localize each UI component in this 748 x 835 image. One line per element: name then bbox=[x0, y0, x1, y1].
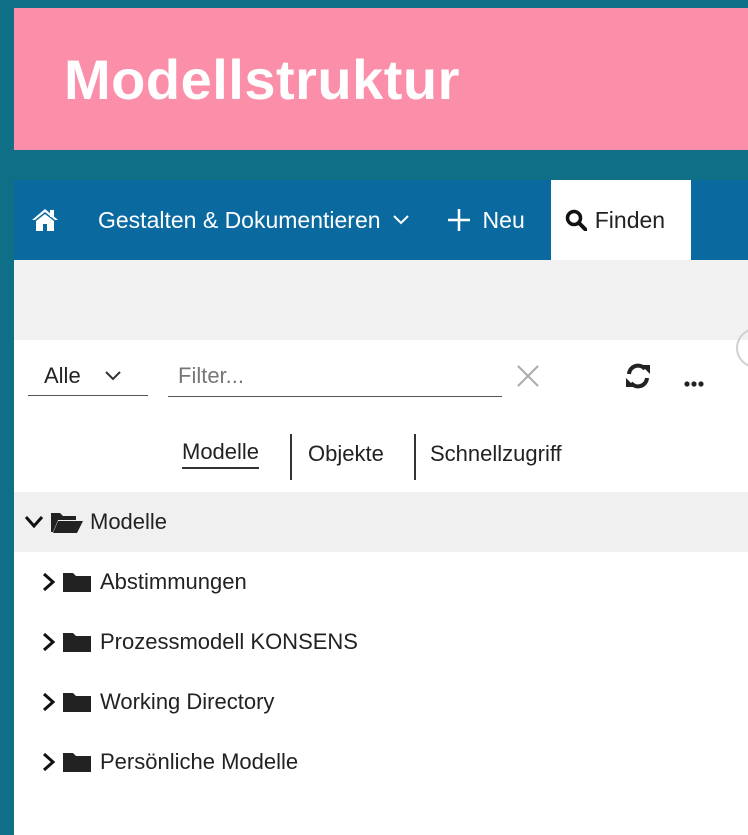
model-tree: Modelle Abstimmungen Prozessmodell KONSE… bbox=[14, 492, 748, 792]
tree-item[interactable]: Working Directory bbox=[14, 672, 748, 732]
tree-root-label: Modelle bbox=[90, 509, 168, 534]
tab-objects-label: Objekte bbox=[308, 441, 384, 466]
refresh-icon[interactable] bbox=[624, 362, 652, 395]
folder-icon bbox=[62, 751, 92, 773]
scope-value: Alle bbox=[44, 362, 81, 388]
tab-quick-access[interactable]: Schnellzugriff bbox=[430, 430, 562, 478]
chevron-right-icon[interactable] bbox=[42, 692, 56, 712]
tab-divider bbox=[414, 434, 416, 480]
tree-item-label: Abstimmungen bbox=[100, 569, 247, 594]
search-icon bbox=[565, 209, 587, 231]
chevron-right-icon[interactable] bbox=[42, 752, 56, 772]
tree-item-label: Persönliche Modelle bbox=[100, 749, 299, 774]
folder-icon bbox=[62, 571, 92, 593]
filter-input[interactable] bbox=[168, 356, 480, 396]
tree-root-models[interactable]: Modelle bbox=[14, 492, 748, 552]
folder-icon bbox=[62, 631, 92, 653]
clear-filter-icon[interactable] bbox=[516, 364, 540, 393]
scope-select[interactable]: Alle bbox=[28, 356, 148, 396]
tab-divider bbox=[290, 434, 292, 480]
new-button[interactable]: Neu bbox=[447, 180, 525, 260]
chevron-down-icon bbox=[392, 215, 409, 225]
chevron-right-icon[interactable] bbox=[42, 572, 56, 592]
tab-models-label: Modelle bbox=[182, 439, 260, 469]
app-window: Gestalten & Dokumentieren Neu Finden All… bbox=[14, 180, 748, 835]
home-button[interactable] bbox=[22, 180, 68, 260]
new-label: Neu bbox=[482, 206, 525, 233]
filter-field bbox=[168, 356, 502, 397]
title-banner: Modellstruktur bbox=[14, 8, 748, 150]
chevron-right-icon[interactable] bbox=[42, 632, 56, 652]
design-document-label: Gestalten & Dokumentieren bbox=[98, 206, 381, 233]
home-icon bbox=[32, 209, 58, 231]
view-tabs: Modelle Objekte Schnellzugriff bbox=[14, 430, 748, 480]
plus-icon bbox=[447, 208, 471, 232]
filter-toolbar: Alle bbox=[14, 340, 748, 410]
folder-open-icon bbox=[50, 510, 84, 534]
tree-item[interactable]: Abstimmungen bbox=[14, 552, 748, 612]
tab-models[interactable]: Modelle bbox=[182, 430, 260, 478]
tab-objects[interactable]: Objekte bbox=[308, 430, 384, 478]
tree-item-label: Prozessmodell KONSENS bbox=[100, 629, 358, 654]
find-tab[interactable]: Finden bbox=[550, 180, 691, 260]
folder-icon bbox=[62, 691, 92, 713]
header-spacer bbox=[14, 260, 748, 340]
chevron-down-icon[interactable] bbox=[24, 515, 44, 529]
chevron-down-icon bbox=[104, 370, 121, 381]
tab-quick-access-label: Schnellzugriff bbox=[430, 441, 562, 466]
more-options-icon[interactable] bbox=[684, 374, 704, 392]
tree-item[interactable]: Persönliche Modelle bbox=[14, 732, 748, 792]
tree-item-label: Working Directory bbox=[100, 689, 275, 714]
tree-item[interactable]: Prozessmodell KONSENS bbox=[14, 612, 748, 672]
top-navbar: Gestalten & Dokumentieren Neu Finden bbox=[14, 180, 748, 260]
design-document-menu[interactable]: Gestalten & Dokumentieren bbox=[98, 180, 409, 260]
slide-title: Modellstruktur bbox=[64, 47, 460, 111]
find-label: Finden bbox=[594, 206, 666, 233]
